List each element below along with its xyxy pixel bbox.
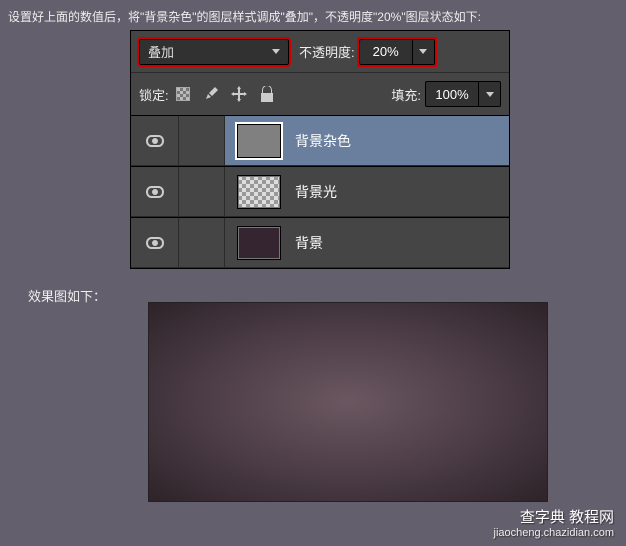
visibility-toggle[interactable]	[131, 218, 179, 267]
layer-name: 背景	[295, 233, 323, 253]
visibility-toggle[interactable]	[131, 116, 179, 165]
layers-panel: 叠加 不透明度: 20% 锁定: 填充: 100%	[130, 30, 510, 269]
layer-main[interactable]: 背景	[225, 218, 509, 267]
fill-value[interactable]: 100%	[425, 81, 479, 107]
watermark-title: 查字典 教程网	[494, 509, 614, 527]
fill-dropdown-button[interactable]	[479, 81, 501, 107]
link-column[interactable]	[179, 218, 225, 267]
opacity-dropdown-button[interactable]	[413, 39, 435, 65]
layer-thumbnail[interactable]	[237, 124, 281, 158]
lock-transparency-icon[interactable]	[175, 86, 191, 102]
blend-mode-dropdown[interactable]: 叠加	[139, 39, 289, 65]
layer-name: 背景杂色	[295, 131, 351, 151]
layer-row[interactable]: 背景	[131, 217, 509, 268]
opacity-label: 不透明度:	[299, 42, 355, 61]
layers-list: 背景杂色 背景光 背景	[131, 115, 509, 268]
eye-icon	[146, 186, 164, 198]
chevron-down-icon	[419, 49, 427, 54]
layer-thumbnail[interactable]	[237, 175, 281, 209]
chevron-down-icon	[486, 92, 494, 97]
lock-fill-row: 锁定: 填充: 100%	[131, 73, 509, 115]
eye-icon	[146, 135, 164, 147]
opacity-value[interactable]: 20%	[359, 39, 413, 65]
instruction-text: 设置好上面的数值后，将"背景杂色"的图层样式调成"叠加"，不透明度"20%"图层…	[8, 8, 481, 25]
watermark-url: jiaocheng.chazidian.com	[494, 527, 614, 540]
lock-icons-group	[175, 86, 275, 102]
link-column[interactable]	[179, 116, 225, 165]
layer-row[interactable]: 背景杂色	[131, 115, 509, 166]
lock-all-icon[interactable]	[259, 86, 275, 102]
layer-thumbnail[interactable]	[237, 226, 281, 260]
lock-label: 锁定:	[139, 85, 169, 104]
layer-main[interactable]: 背景光	[225, 167, 509, 216]
layer-main[interactable]: 背景杂色	[225, 116, 509, 165]
link-column[interactable]	[179, 167, 225, 216]
fill-field[interactable]: 100%	[425, 81, 501, 107]
watermark: 查字典 教程网 jiaocheng.chazidian.com	[494, 509, 614, 540]
layer-name: 背景光	[295, 182, 337, 202]
opacity-field[interactable]: 20%	[359, 39, 435, 65]
blend-mode-value: 叠加	[148, 42, 174, 61]
lock-image-icon[interactable]	[203, 86, 219, 102]
result-label: 效果图如下：	[28, 286, 106, 305]
layer-row[interactable]: 背景光	[131, 166, 509, 217]
fill-label: 填充:	[391, 85, 421, 104]
lock-position-icon[interactable]	[231, 86, 247, 102]
result-preview	[148, 302, 548, 502]
eye-icon	[146, 237, 164, 249]
chevron-down-icon	[272, 49, 280, 54]
blend-opacity-row: 叠加 不透明度: 20%	[131, 31, 509, 73]
visibility-toggle[interactable]	[131, 167, 179, 216]
